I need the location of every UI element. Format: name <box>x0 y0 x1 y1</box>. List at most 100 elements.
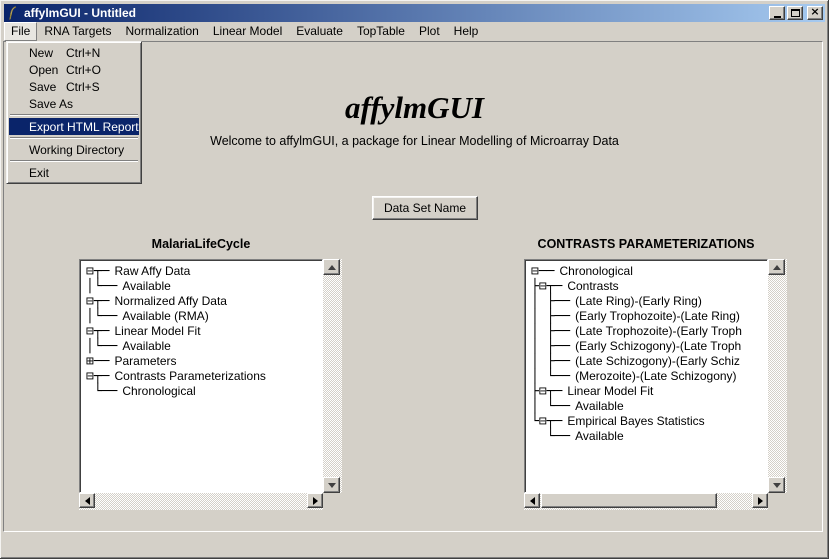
tree-node-label[interactable]: Chronological <box>117 384 195 399</box>
left-horizontal-scrollbar[interactable] <box>79 493 323 510</box>
close-icon: × <box>810 6 819 18</box>
tree-node-label[interactable]: Available <box>117 279 170 294</box>
tree-node-label[interactable]: Contrasts <box>562 279 618 294</box>
menubar-item[interactable]: Help <box>447 22 486 41</box>
tree-lines: ⊞── <box>86 354 109 369</box>
arrow-down-icon <box>328 483 336 488</box>
scroll-up-button[interactable] <box>323 259 340 275</box>
tree-node-label[interactable]: (Early Trophozoite)-(Late Ring) <box>570 309 740 324</box>
tree-node[interactable]: └── Available <box>531 429 767 444</box>
menu-item[interactable] <box>10 137 138 139</box>
right-horizontal-scrollbar[interactable] <box>524 493 768 510</box>
menu-item[interactable]: Exit <box>9 164 139 181</box>
tree-node-label[interactable]: Contrasts Parameterizations <box>109 369 265 384</box>
tree-node[interactable]: │└── Available <box>86 279 322 294</box>
tree-node[interactable]: │ ├── (Late Trophozoite)-(Early Troph <box>531 324 767 339</box>
menubar-item[interactable]: Linear Model <box>206 22 289 41</box>
arrow-down-icon <box>773 483 781 488</box>
menu-item[interactable]: Save As <box>9 95 139 112</box>
tree-lines: │ ├── <box>531 324 570 339</box>
tree-node-label[interactable]: Available <box>570 399 623 414</box>
tree-lines: │ ├── <box>531 294 570 309</box>
tree-node[interactable]: │└── Available (RMA) <box>86 309 322 324</box>
tree-node-label[interactable]: (Early Schizogony)-(Late Troph <box>570 339 741 354</box>
menu-item[interactable] <box>10 160 138 162</box>
menubar-item[interactable]: Normalization <box>119 22 206 41</box>
tree-node-label[interactable]: (Merozoite)-(Late Schizogony) <box>570 369 736 384</box>
tree-node[interactable]: │ ├── (Early Schizogony)-(Late Troph <box>531 339 767 354</box>
tree-node[interactable]: │ ├── (Late Schizogony)-(Early Schiz <box>531 354 767 369</box>
tree-node[interactable]: └⊟┬─ Empirical Bayes Statistics <box>531 414 767 429</box>
arrow-left-icon <box>530 497 535 505</box>
tree-node-label[interactable]: Available <box>117 339 170 354</box>
title-bar[interactable]: affylmGUI - Untitled × <box>4 4 825 22</box>
menubar-item[interactable]: Plot <box>412 22 447 41</box>
tree-node[interactable]: ├⊟┬─ Contrasts <box>531 279 767 294</box>
menu-item[interactable]: Working Directory <box>9 141 139 158</box>
scroll-left-button[interactable] <box>79 493 95 508</box>
tree-node[interactable]: ⊟┬─ Contrasts Parameterizations <box>86 369 322 384</box>
tree-node[interactable]: └── Chronological <box>86 384 322 399</box>
tree-lines: │ └── <box>531 369 570 384</box>
app-window: affylmGUI - Untitled × File RNA Targets … <box>0 0 829 559</box>
tree-lines: ⊟┬─ <box>86 369 109 384</box>
tree-node[interactable]: │└── Available <box>86 339 322 354</box>
tree-node[interactable]: ⊟┬─ Normalized Affy Data <box>86 294 322 309</box>
tree-node-label[interactable]: Empirical Bayes Statistics <box>562 414 704 429</box>
scroll-right-button[interactable] <box>307 493 323 508</box>
menu-item[interactable]: NewCtrl+N <box>9 44 139 61</box>
tree-node[interactable]: ⊞── Parameters <box>86 354 322 369</box>
menubar-item[interactable]: TopTable <box>350 22 412 41</box>
window-title: affylmGUI - Untitled <box>24 6 136 20</box>
tree-node[interactable]: │ ├── (Late Ring)-(Early Ring) <box>531 294 767 309</box>
scroll-up-button[interactable] <box>768 259 785 275</box>
scroll-down-button[interactable] <box>768 477 785 493</box>
right-vertical-scrollbar[interactable] <box>768 259 787 493</box>
arrow-right-icon <box>313 497 318 505</box>
tree-lines: ⊟┬─ <box>86 324 109 339</box>
tree-node-label[interactable]: Normalized Affy Data <box>109 294 227 309</box>
scroll-left-button[interactable] <box>524 493 540 508</box>
tree-node-label[interactable]: Linear Model Fit <box>109 324 200 339</box>
tree-node[interactable]: ⊟┬─ Raw Affy Data <box>86 264 322 279</box>
close-button[interactable]: × <box>807 6 823 20</box>
data-set-name-button[interactable]: Data Set Name <box>372 196 478 220</box>
tree-node-label[interactable]: Chronological <box>554 264 632 279</box>
tree-node-label[interactable]: Available <box>570 429 623 444</box>
left-panel-title: MalariaLifeCycle <box>79 237 323 251</box>
tree-node[interactable]: │ └── Available <box>531 399 767 414</box>
tree-node-label[interactable]: (Late Schizogony)-(Early Schiz <box>570 354 740 369</box>
tree-node-label[interactable]: Parameters <box>109 354 176 369</box>
menubar-item[interactable]: Evaluate <box>289 22 350 41</box>
tree-node[interactable]: ├⊟┬─ Linear Model Fit <box>531 384 767 399</box>
tree-node[interactable]: ⊟── Chronological <box>531 264 767 279</box>
tree-node-label[interactable]: (Late Trophozoite)-(Early Troph <box>570 324 742 339</box>
tree-node-label[interactable]: (Late Ring)-(Early Ring) <box>570 294 702 309</box>
menu-item[interactable]: Export HTML Report <box>9 118 139 135</box>
app-feather-icon <box>6 6 20 20</box>
menu-item[interactable]: SaveCtrl+S <box>9 78 139 95</box>
maximize-button[interactable] <box>787 6 803 20</box>
left-vertical-scrollbar[interactable] <box>323 259 342 493</box>
dataset-tree: ⊟┬─ Raw Affy Data │└── Available ⊟┬─ Nor… <box>79 259 323 493</box>
menu-item[interactable] <box>10 114 138 116</box>
menu-bar: File RNA Targets Normalization Linear Mo… <box>3 22 826 41</box>
tree-lines: ⊟┬─ <box>86 264 109 279</box>
tree-node[interactable]: ⊟┬─ Linear Model Fit <box>86 324 322 339</box>
tree-lines: ├⊟┬─ <box>531 384 562 399</box>
tree-node-label[interactable]: Available (RMA) <box>117 309 208 324</box>
scrollbar-thumb[interactable] <box>541 493 717 508</box>
tree-lines: │ ├── <box>531 309 570 324</box>
tree-lines: │└── <box>86 309 117 324</box>
menu-item[interactable]: OpenCtrl+O <box>9 61 139 78</box>
tree-node-label[interactable]: Raw Affy Data <box>109 264 190 279</box>
tree-lines: ⊟┬─ <box>86 294 109 309</box>
minimize-button[interactable] <box>769 6 785 20</box>
tree-node-label[interactable]: Linear Model Fit <box>562 384 653 399</box>
scroll-right-button[interactable] <box>752 493 768 508</box>
tree-node[interactable]: │ └── (Merozoite)-(Late Schizogony) <box>531 369 767 384</box>
menubar-item[interactable]: RNA Targets <box>37 22 118 41</box>
tree-node[interactable]: │ ├── (Early Trophozoite)-(Late Ring) <box>531 309 767 324</box>
scroll-down-button[interactable] <box>323 477 340 493</box>
menubar-item[interactable]: File <box>4 22 37 41</box>
